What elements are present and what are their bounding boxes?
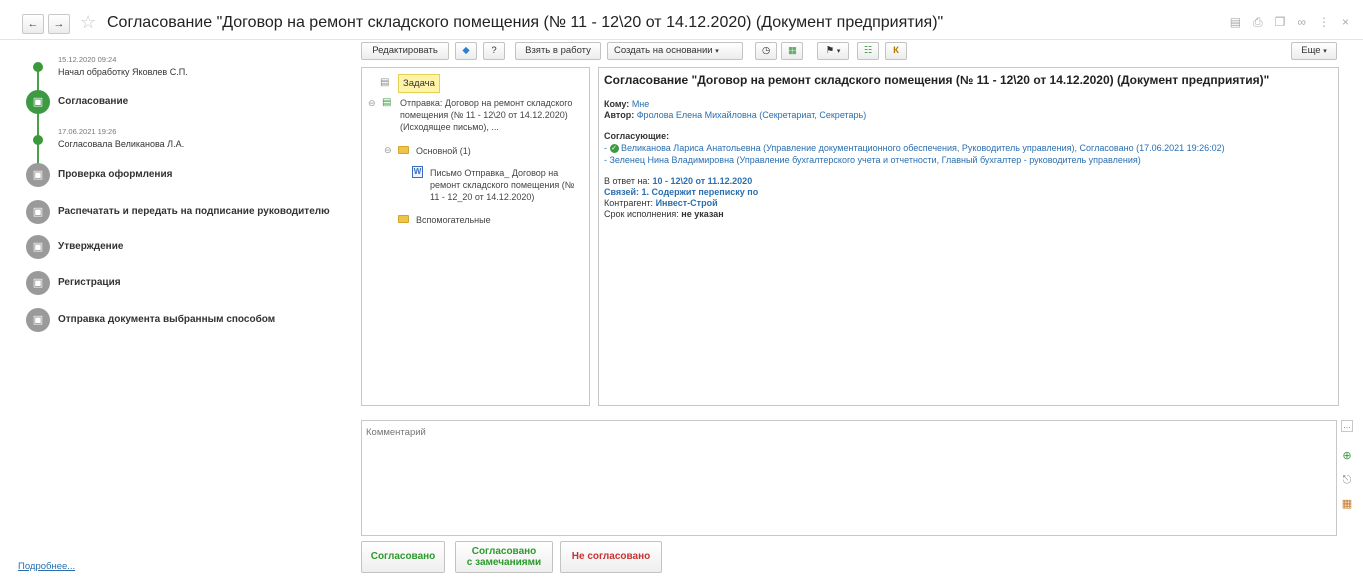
step-who: Согласовала Великанова Л.А. [58,139,185,149]
step-label: Проверка оформления [58,169,173,180]
edit-button[interactable]: Редактировать [361,42,449,60]
create-based-label: Создать на основании [614,45,713,56]
step-label: Утверждение [58,241,124,252]
counterparty-label: Контрагент: [604,198,654,208]
step-label: Отправка документа выбранным способом [58,314,276,325]
to-label: Кому: [604,99,630,109]
chevron-down-icon: ▾ [1323,48,1327,55]
tree-item-task[interactable]: Задача [398,74,440,93]
approver-2[interactable]: - Зеленец Нина Владимировна (Управление … [604,155,1141,165]
link-icon[interactable]: ∞ [1297,15,1306,30]
toolbar: Редактировать ◆ ? Взять в работу Создать… [361,42,1341,62]
add-icon[interactable]: ⊕ [1341,450,1353,462]
arrow-right-icon: → [53,18,65,30]
more-button[interactable]: Еще ▾ [1291,42,1337,60]
step-label: Согласование [58,96,129,107]
links-value[interactable]: Связей: 1. Содержит переписку по [604,187,758,197]
approved-check-icon: ✓ [609,144,619,154]
links-row: Связей: 1. Содержит переписку по [604,187,758,197]
take-to-work-button[interactable]: Взять в работу [515,42,601,60]
clock-icon[interactable]: ◷ [755,42,777,60]
step-date: 17.06.2021 19:26 [58,127,117,136]
ellipsis-icon[interactable]: … [1341,420,1353,432]
create-based-on-button[interactable]: Создать на основании ▾ [607,42,743,60]
close-icon[interactable]: × [1342,15,1349,30]
approved-with-remarks-button[interactable]: Согласовано с замечаниями [455,541,553,573]
folder-icon [398,146,409,157]
window-controls: ▤ ⎙ ❐ ∞ ⋮ × [1230,15,1349,30]
paperclip-icon[interactable]: ⎋ [1341,474,1353,486]
more-label: Еще [1301,45,1321,56]
step-who: Начал обработку Яковлев С.П. [58,67,188,77]
tree-item-outgoing[interactable]: Отправка: Договор на ремонт складского п… [400,97,580,133]
star-icon[interactable]: ☆ [80,12,96,33]
save-icon[interactable]: ▤ [1230,15,1241,30]
more-details-link[interactable]: Подробнее... [18,561,75,572]
comment-input[interactable] [361,420,1337,536]
step-date: 15.12.2020 09:24 [58,55,117,64]
author-label: Автор: [604,110,635,120]
approval-step-icon: ▣ [26,90,50,114]
title-bar: ← → ☆ Согласование "Договор на ремонт ск… [0,0,1363,40]
image-check-icon[interactable]: ▦ [781,42,803,60]
approver-row-1: - ✓ Великанова Лариса Анатольевна (Управ… [604,143,1225,154]
approved-button[interactable]: Согласовано [361,541,445,573]
pending-step-icon: ▣ [26,163,50,187]
task-details: Согласование "Договор на ремонт складско… [598,67,1339,406]
counterparty-value[interactable]: Инвест-Строй [656,198,718,208]
approver-1[interactable]: Великанова Лариса Анатольевна (Управлени… [621,143,1225,153]
help-icon[interactable]: ? [483,42,505,60]
more-vertical-icon[interactable]: ⋮ [1318,15,1330,30]
reply-row: В ответ на: 10 - 12\20 от 11.12.2020 [604,176,752,186]
attachments-tree: ▤ Задача ⊖ ▤ Отправка: Договор на ремонт… [361,67,590,406]
scan-icon[interactable]: ▦ [1341,498,1353,510]
to-value[interactable]: Мне [632,99,649,109]
approver-row-2: - Зеленец Нина Владимировна (Управление … [604,155,1141,165]
chevron-down-icon: ▾ [715,48,719,55]
back-button[interactable]: ← [22,14,44,34]
approved-remarks-line1: Согласовано [471,546,537,557]
tree-structure-icon[interactable]: ☷ [857,42,879,60]
reply-value[interactable]: 10 - 12\20 от 11.12.2020 [652,176,752,186]
diamond-icon[interactable]: ◆ [455,42,477,60]
step-label: Регистрация [58,277,121,288]
step-label: Распечатать и передать на подписание рук… [58,206,330,217]
detail-title: Согласование "Договор на ремонт складско… [604,73,1270,87]
done-dot-icon [33,135,43,145]
collapse-icon[interactable]: ⊖ [384,145,392,156]
deadline-row: Срок исполнения: не указан [604,209,724,219]
word-document-icon: W [412,166,423,178]
pending-step-icon: ▣ [26,308,50,332]
to-row: Кому: Мне [604,99,649,109]
not-approved-button[interactable]: Не согласовано [560,541,662,573]
route-panel: 15.12.2020 09:24 Начал обработку Яковлев… [18,50,348,540]
tree-group-main[interactable]: Основной (1) [416,145,471,157]
folder-icon [398,215,409,226]
page-title: Согласование "Договор на ремонт складско… [107,14,944,31]
document-icon: ▤ [380,77,390,88]
done-dot-icon [33,62,43,72]
deadline-label: Срок исполнения: [604,209,679,219]
deadline-value: не указан [681,209,724,219]
author-value[interactable]: Фролова Елена Михайловна (Секретариат, С… [637,110,867,120]
pending-step-icon: ▣ [26,200,50,224]
document-send-icon: ▤ [382,97,392,108]
flag-dropdown-icon[interactable]: ⚑ ▾ [817,42,849,60]
reply-label: В ответ на: [604,176,650,186]
copy-icon[interactable]: ❐ [1275,15,1286,30]
author-row: Автор: Фролова Елена Михайловна (Секрета… [604,110,866,120]
k-icon[interactable]: К [885,42,907,60]
tree-group-aux[interactable]: Вспомогательные [416,214,491,226]
approved-remarks-line2: с замечаниями [466,557,542,568]
pending-step-icon: ▣ [26,271,50,295]
tree-item-letter[interactable]: Письмо Отправка_ Договор на ремонт склад… [430,167,580,203]
print-icon[interactable]: ⎙ [1253,15,1263,30]
pending-step-icon: ▣ [26,235,50,259]
approvers-label: Согласующие: [604,131,670,141]
forward-button[interactable]: → [48,14,70,34]
counterparty-row: Контрагент: Инвест-Строй [604,198,718,208]
collapse-icon[interactable]: ⊖ [368,98,376,109]
arrow-left-icon: ← [27,18,39,30]
